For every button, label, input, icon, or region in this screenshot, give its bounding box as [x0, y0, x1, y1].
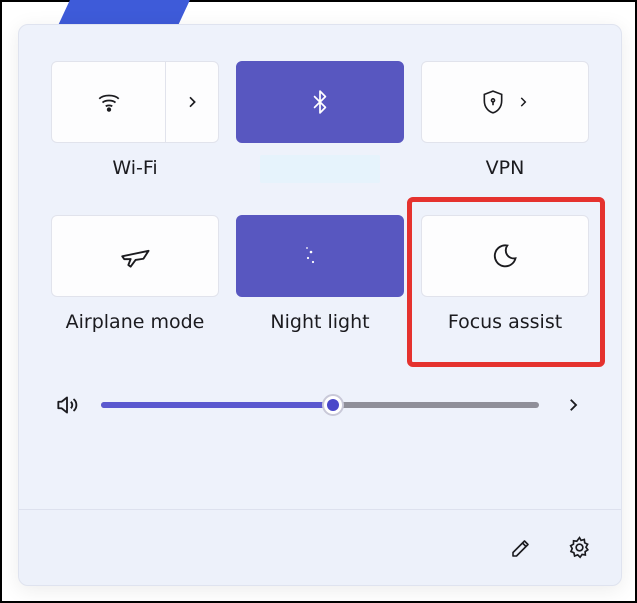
vpn-tile[interactable] — [421, 61, 589, 143]
wifi-expand-button[interactable] — [166, 62, 218, 142]
slider-track-fill — [101, 402, 333, 408]
night-light-tile[interactable] — [236, 215, 404, 297]
airplane-tile-column: Airplane mode — [51, 215, 219, 337]
gear-icon — [567, 535, 592, 560]
bottom-bar — [19, 509, 621, 585]
airplane-label: Airplane mode — [66, 311, 205, 337]
chevron-right-icon — [516, 95, 530, 109]
volume-icon[interactable] — [51, 389, 83, 421]
nightlight-label: Night light — [270, 311, 369, 337]
tile-row-1: Wi-Fi — [51, 61, 589, 183]
shield-lock-icon — [480, 89, 506, 115]
airplane-mode-tile[interactable] — [51, 215, 219, 297]
vpn-tile-column: VPN — [421, 61, 589, 183]
tiles-area: Wi-Fi — [19, 25, 621, 359]
wifi-toggle[interactable] — [52, 62, 166, 142]
wifi-tile-column: Wi-Fi — [51, 61, 219, 183]
wifi-tile — [51, 61, 219, 143]
moon-icon — [491, 242, 519, 270]
pencil-icon — [509, 536, 533, 560]
bluetooth-icon — [307, 87, 333, 117]
slider-thumb[interactable] — [322, 394, 344, 416]
slider-thumb-inner — [327, 399, 339, 411]
window-frame: Wi-Fi — [0, 0, 637, 603]
vpn-label: VPN — [486, 157, 525, 183]
chevron-right-icon — [184, 94, 200, 110]
quick-settings-panel: Wi-Fi — [18, 24, 622, 586]
focus-assist-tile[interactable] — [421, 215, 589, 297]
volume-slider-area — [19, 359, 621, 431]
focus-label: Focus assist — [448, 311, 562, 337]
bluetooth-tile-column — [236, 61, 404, 183]
wifi-icon — [96, 89, 122, 115]
night-light-icon — [303, 241, 337, 271]
wifi-label: Wi-Fi — [112, 157, 157, 183]
focus-tile-column: Focus assist — [421, 215, 589, 337]
bluetooth-tile[interactable] — [236, 61, 404, 143]
bluetooth-label-placeholder — [260, 155, 380, 183]
nightlight-tile-column: Night light — [236, 215, 404, 337]
tile-row-2: Airplane mode — [51, 215, 589, 337]
settings-button[interactable] — [563, 532, 595, 564]
edit-button[interactable] — [505, 532, 537, 564]
airplane-icon — [120, 241, 150, 271]
volume-slider[interactable] — [101, 395, 539, 415]
slider-expand-button[interactable] — [557, 389, 589, 421]
